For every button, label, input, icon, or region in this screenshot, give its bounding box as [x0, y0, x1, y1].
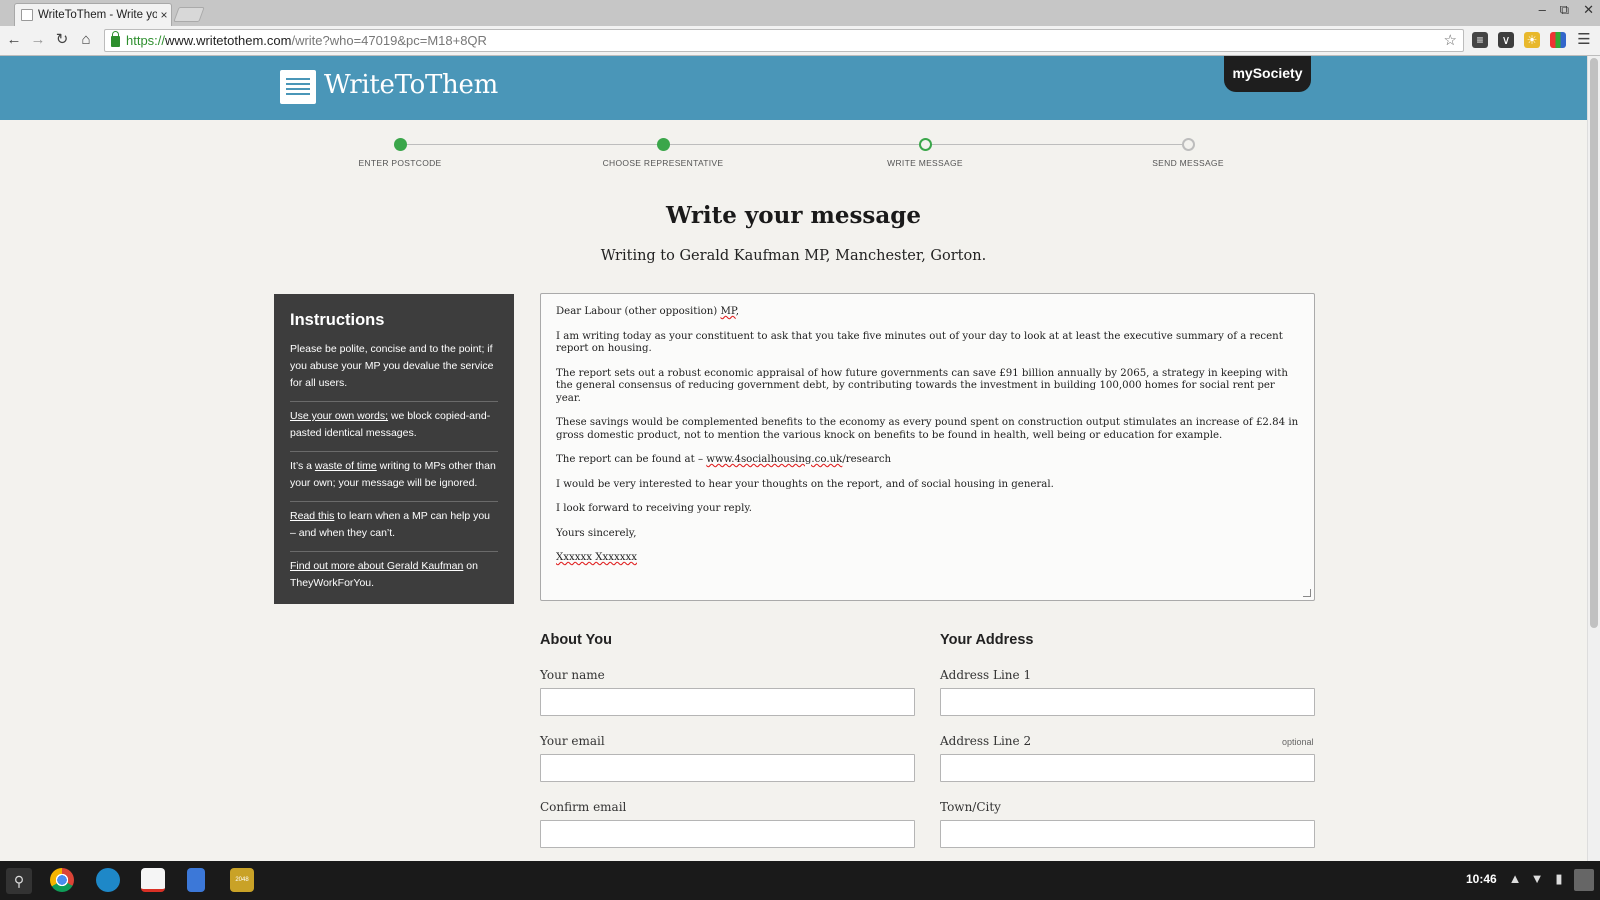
chrome-menu-icon[interactable]: ☰ [1574, 30, 1594, 50]
email-input[interactable] [540, 754, 915, 782]
message-closing: Yours sincerely, [556, 527, 637, 539]
browser-tab[interactable]: WriteToThem - Write yo × [14, 3, 172, 26]
pocket-extension-icon[interactable]: ∨ [1498, 32, 1514, 48]
battery-icon[interactable]: ▮ [1552, 871, 1566, 887]
url-host: www.writetothem.com [165, 33, 292, 48]
scrollbar-thumb[interactable] [1590, 58, 1598, 628]
forward-icon[interactable]: → [28, 30, 48, 50]
launcher-search-icon[interactable]: ⚲ [6, 868, 32, 894]
step-label-enter-postcode: ENTER POSTCODE [358, 158, 442, 168]
tab-title: WriteToThem - Write yo [38, 9, 157, 21]
instruction-item: It’s a waste of time writing to MPs othe… [290, 452, 498, 502]
instructions-panel: Instructions Please be polite, concise a… [274, 294, 514, 604]
tab-close-icon[interactable]: × [157, 8, 171, 22]
restore-icon[interactable]: ⧉ [1560, 2, 1569, 18]
report-url-text: www.4socialhousing.co.uk [706, 454, 843, 465]
instruction-item: Read this to learn when a MP can help yo… [290, 502, 498, 552]
instruction-text: It’s a [290, 460, 315, 472]
docs-icon[interactable] [187, 868, 205, 892]
about-you-heading: About You [540, 632, 612, 648]
new-tab-button[interactable] [173, 7, 205, 22]
instruction-item: Find out more about Gerald Kaufman on Th… [290, 552, 498, 601]
os-taskbar: ⚲ 2048 10:46 ▲ ▼ ▮ [0, 861, 1600, 900]
message-paragraph: I would be very interested to hear your … [556, 478, 1054, 490]
mysociety-badge[interactable]: mySociety [1224, 56, 1311, 92]
town-city-input[interactable] [940, 820, 1315, 848]
message-signature: Xxxxxx Xxxxxxx [556, 552, 637, 563]
confirm-email-input[interactable] [540, 820, 915, 848]
system-clock[interactable]: 10:46 [1466, 872, 1497, 886]
window-close-icon[interactable]: ✕ [1583, 2, 1594, 18]
step-dot-enter-postcode [394, 138, 407, 151]
message-paragraph: I am writing today as your constituent t… [556, 330, 1283, 355]
optional-hint: optional [1282, 737, 1314, 747]
message-paragraph: The report can be found at – www.4social… [556, 454, 892, 465]
2048-icon[interactable]: 2048 [230, 868, 254, 892]
step-label-send-message: SEND MESSAGE [1152, 158, 1224, 168]
minimize-icon[interactable]: – [1539, 2, 1546, 18]
progress-stepper: ENTER POSTCODE CHOOSE REPRESENTATIVE WRI… [358, 138, 1224, 172]
page-scrollbar[interactable] [1587, 56, 1600, 861]
read-this-link[interactable]: Read this [290, 510, 334, 522]
step-dot-send-message [1182, 138, 1195, 151]
town-city-label: Town/City [940, 800, 1001, 814]
browser-tab-bar: WriteToThem - Write yo × – ⧉ ✕ [0, 0, 1600, 26]
page-favicon-icon [21, 9, 33, 21]
site-header: WriteToThem [0, 56, 1587, 120]
address-bar[interactable]: https:// www.writetothem.com /write?who=… [104, 29, 1464, 52]
writetothem-logo-icon[interactable] [280, 70, 316, 104]
step-label-write-message: WRITE MESSAGE [887, 158, 963, 168]
name-label: Your name [540, 668, 605, 682]
waste-of-time-link[interactable]: waste of time [315, 460, 377, 472]
your-address-heading: Your Address [940, 632, 1034, 648]
files-icon[interactable] [96, 868, 120, 892]
address-line2-input[interactable] [940, 754, 1315, 782]
address-line2-label: Address Line 2 [940, 734, 1032, 748]
gmail-icon[interactable] [141, 868, 165, 892]
home-icon[interactable]: ⌂ [76, 30, 96, 50]
bookmark-star-icon[interactable]: ☆ [1444, 31, 1457, 49]
layers-extension-icon[interactable]: ≡ [1472, 32, 1488, 48]
theyworkforyou-link[interactable]: Find out more about Gerald Kaufman [290, 560, 463, 572]
browser-toolbar: ← → ↻ ⌂ https:// www.writetothem.com /wr… [0, 26, 1600, 56]
step-label-choose-representative: CHOOSE REPRESENTATIVE [602, 158, 724, 168]
user-tray-icon[interactable]: ▲ [1508, 871, 1522, 887]
message-paragraph: These savings would be complemented bene… [556, 417, 1299, 441]
wifi-icon[interactable]: ▼ [1530, 871, 1544, 887]
instruction-item: Use your own words; we block copied-and-… [290, 402, 498, 452]
reload-icon[interactable]: ↻ [52, 30, 72, 50]
window-controls: – ⧉ ✕ [1539, 2, 1594, 18]
confirm-email-label: Confirm email [540, 800, 627, 814]
spellcheck-word: MP [720, 306, 736, 317]
chrome-icon[interactable] [50, 868, 74, 892]
message-textarea[interactable]: Dear Labour (other opposition) MP, I am … [540, 293, 1315, 601]
address-line1-label: Address Line 1 [940, 668, 1032, 682]
instruction-text: Please be polite, concise and to the poi… [290, 343, 494, 389]
lock-icon [111, 31, 120, 47]
email-label: Your email [540, 734, 605, 748]
instruction-item: Please be polite, concise and to the poi… [290, 335, 498, 402]
avatar[interactable] [1574, 869, 1594, 891]
back-icon[interactable]: ← [4, 30, 24, 50]
step-dot-choose-representative [657, 138, 670, 151]
color-extension-icon[interactable] [1550, 32, 1566, 48]
url-scheme: https:// [126, 33, 166, 48]
name-input[interactable] [540, 688, 915, 716]
resize-handle-icon[interactable] [1303, 589, 1311, 597]
weather-extension-icon[interactable]: ☀ [1524, 32, 1540, 48]
stepper-track [406, 144, 1182, 145]
instructions-title: Instructions [290, 311, 385, 329]
step-dot-write-message [919, 138, 932, 151]
site-logo-text[interactable]: WriteToThem [324, 70, 498, 100]
message-paragraph: I look forward to receiving your reply. [556, 503, 752, 514]
page-title: Write your message [666, 202, 921, 229]
url-path: /write?who=47019&pc=M18+8QR [291, 33, 487, 48]
own-words-link[interactable]: Use your own words; [290, 410, 388, 422]
page-subtitle: Writing to Gerald Kaufman MP, Manchester… [600, 248, 987, 264]
message-greeting: Dear Labour (other opposition) MP, [556, 306, 739, 317]
message-paragraph: The report sets out a robust economic ap… [556, 367, 1288, 404]
address-line1-input[interactable] [940, 688, 1315, 716]
